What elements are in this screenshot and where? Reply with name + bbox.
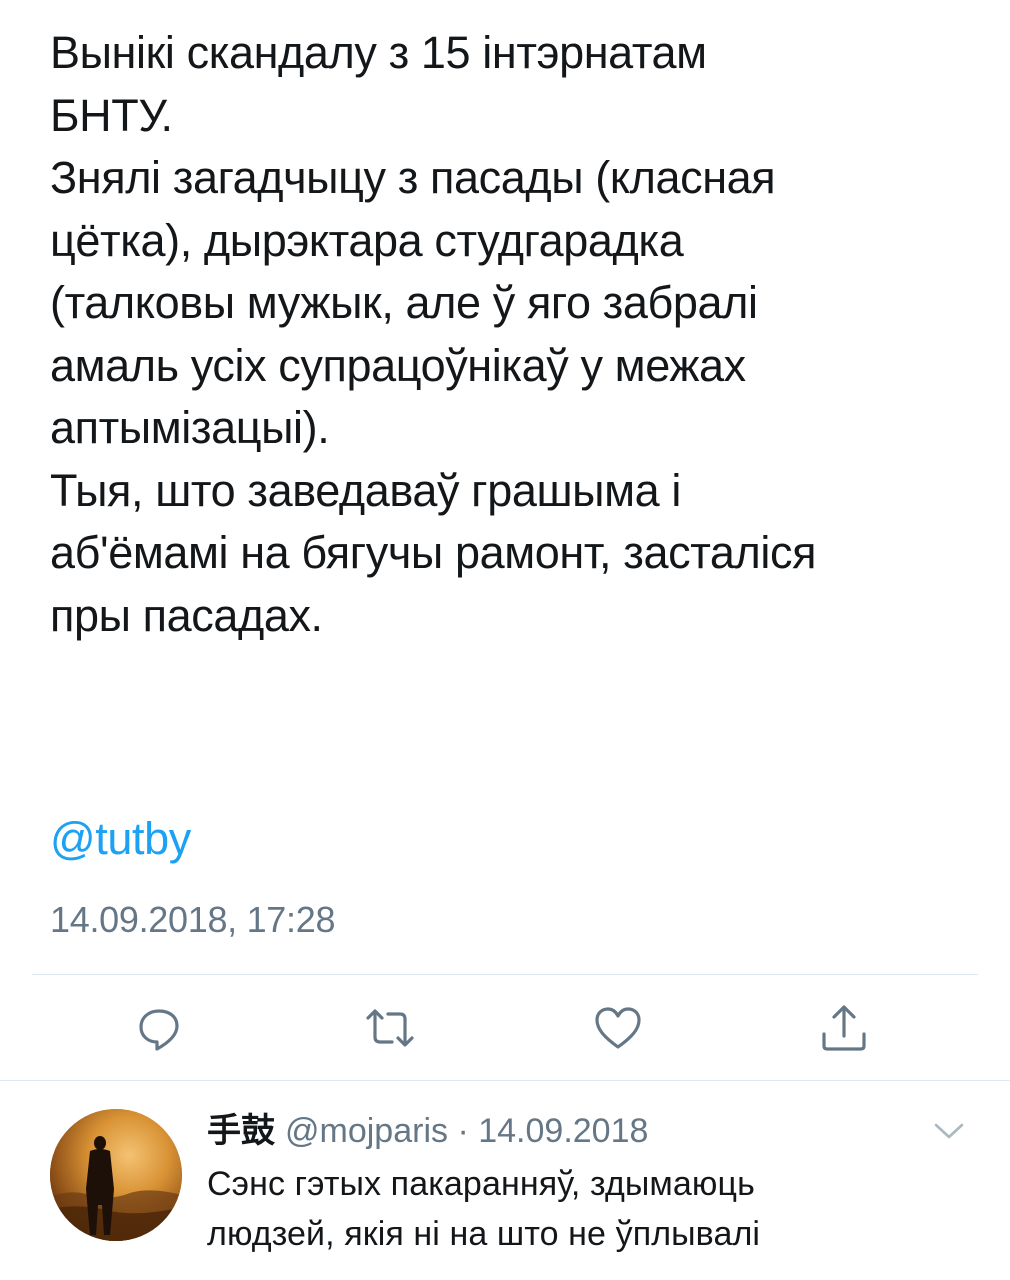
share-button[interactable] <box>816 1000 872 1056</box>
reply-icon <box>139 1009 179 1051</box>
reply-tweet[interactable]: 手鼓 @mojparis · 14.09.2018 Сэнс гэтых пака… <box>0 1081 1010 1280</box>
share-icon <box>822 1005 866 1051</box>
reply-header: 手鼓 @mojparis · 14.09.2018 <box>207 1109 648 1153</box>
reply-date: 14.09.2018 <box>478 1112 649 1150</box>
tweet-line: Знялі загадчыцу з пасады (класная <box>50 152 776 203</box>
reply-body: Сэнс гэтых пакаранняў, здымаюць людзей, … <box>207 1159 977 1259</box>
reply-line: Сэнс гэтых пакаранняў, здымаюць <box>207 1165 755 1203</box>
reply-display-name[interactable]: 手鼓 <box>207 1112 275 1150</box>
tweet-line: (талковы мужык, але ў яго забралі <box>50 277 758 328</box>
retweet-button[interactable] <box>362 1000 418 1056</box>
tweet-line: аптымізацыі). <box>50 402 330 453</box>
tweet-line: Тыя, што заведаваў грашыма і <box>50 464 681 516</box>
mention-link[interactable]: @tutby <box>50 808 191 870</box>
tweet-line: цётка), дырэктара студгарадка <box>50 214 684 266</box>
chevron-down-icon <box>934 1123 964 1139</box>
reply-handle[interactable]: @mojparis <box>285 1112 448 1150</box>
like-heart-icon <box>595 1007 641 1049</box>
reply-line: людзей, якія ні на што не ўплывалі <box>207 1215 761 1253</box>
tweet-line: пры пасадах. <box>50 589 323 641</box>
retweet-icon <box>366 1009 414 1047</box>
avatar[interactable] <box>50 1109 182 1241</box>
tweet-timestamp: 14.09.2018, 17:28 <box>50 899 336 940</box>
tweet-actions-bar <box>0 996 1010 1060</box>
more-options-button[interactable] <box>932 1119 966 1143</box>
main-tweet: Вынікі скандалу з 15 інтэрнатам БНТУ. Зн… <box>0 0 1010 1080</box>
reply-button[interactable] <box>131 1000 187 1056</box>
avatar-image <box>50 1109 182 1241</box>
separator-dot: · <box>457 1112 469 1150</box>
tweet-line: БНТУ. <box>50 89 173 141</box>
tweet-line: амаль усіх супрацоўнікаў у межах <box>50 339 746 391</box>
tweet-body: Вынікі скандалу з 15 інтэрнатам БНТУ. Зн… <box>50 22 980 647</box>
divider <box>32 974 978 975</box>
like-button[interactable] <box>590 1000 646 1056</box>
tweet-line: Вынікі скандалу з 15 інтэрнатам <box>50 27 707 78</box>
tweet-line: аб'ёмамі на бягучы рамонт, засталіся <box>50 527 817 578</box>
